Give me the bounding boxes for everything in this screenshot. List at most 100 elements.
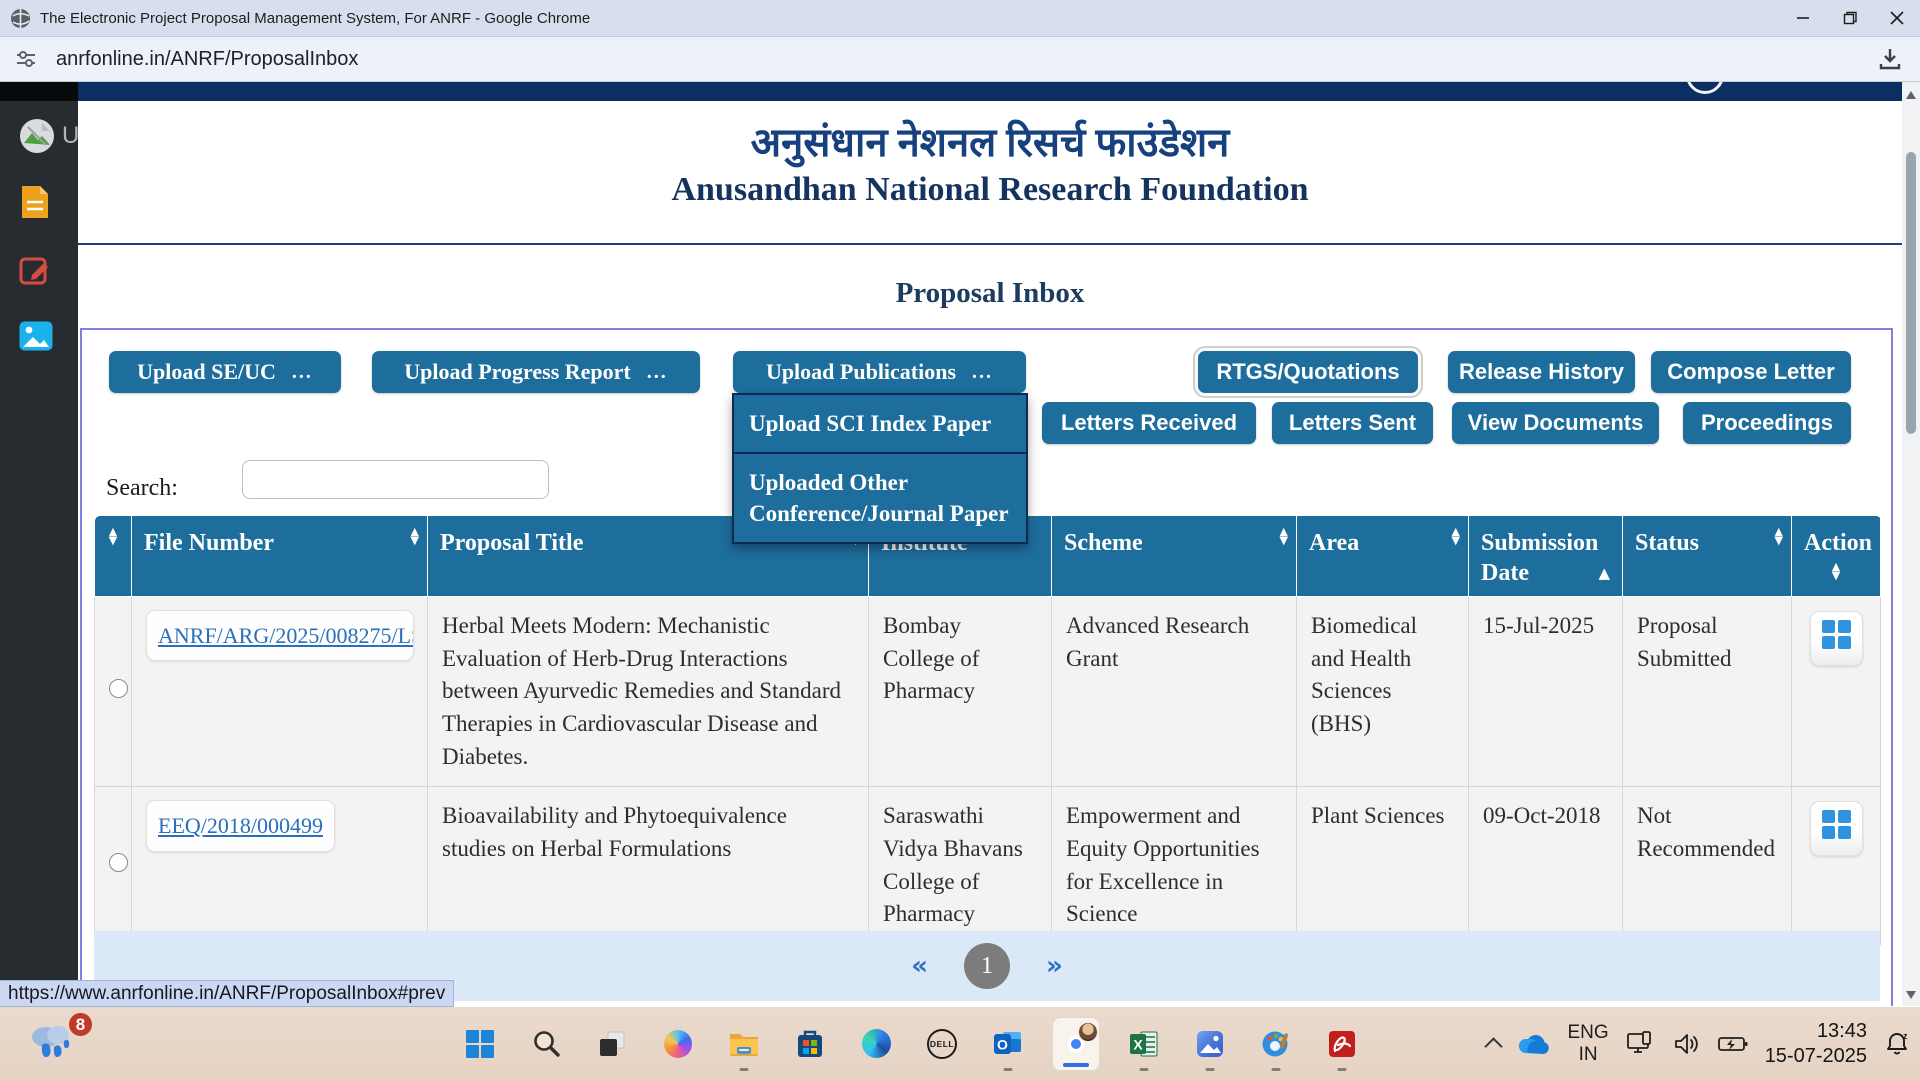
- tray-chevron-up-icon[interactable]: [1484, 1037, 1502, 1055]
- menu-item-uploaded-other-conference-journal-paper[interactable]: Uploaded Other Conference/Journal Paper: [734, 452, 1026, 542]
- notification-bell-icon[interactable]: z: [1884, 1031, 1910, 1057]
- scroll-up-arrow-icon[interactable]: [1906, 91, 1916, 99]
- sort-icon[interactable]: ▲▼: [1832, 562, 1840, 580]
- language-indicator[interactable]: ENG IN: [1568, 1022, 1609, 1066]
- excel-icon: X: [1129, 1030, 1159, 1058]
- download-icon[interactable]: [1876, 45, 1904, 73]
- proposal-table: ▲▼ File Number ▲▼ Proposal Title ▲▼ Inst…: [94, 515, 1881, 945]
- chrome-button-active[interactable]: [1052, 1017, 1100, 1071]
- search-icon: [531, 1029, 561, 1059]
- release-history-button[interactable]: Release History: [1448, 351, 1635, 393]
- battery-charging-icon[interactable]: [1718, 1035, 1748, 1053]
- letters-sent-button[interactable]: Letters Sent: [1272, 402, 1433, 444]
- letters-received-button[interactable]: Letters Received: [1042, 402, 1256, 444]
- search-input[interactable]: [242, 460, 549, 499]
- taskbar-search-button[interactable]: [524, 1014, 568, 1074]
- sidebar-item-documents[interactable]: [0, 178, 78, 226]
- column-header-status[interactable]: Status ▲▼: [1623, 516, 1792, 597]
- close-button[interactable]: [1873, 0, 1920, 36]
- broken-avatar-icon: [18, 117, 56, 155]
- sidebar-item-edit[interactable]: [0, 246, 78, 294]
- row-select-radio[interactable]: [109, 853, 128, 872]
- sidebar-user-label: Use: [62, 122, 78, 150]
- window-controls: [1779, 0, 1920, 36]
- file-number-link[interactable]: EEQ/2018/000499: [146, 800, 335, 851]
- svg-text:O: O: [997, 1036, 1008, 1052]
- pagination-prev[interactable]: «: [911, 951, 928, 981]
- upload-publications-menu: Upload SCI Index Paper Uploaded Other Co…: [732, 393, 1028, 544]
- restore-button[interactable]: [1826, 0, 1873, 36]
- weather-widget[interactable]: 8: [26, 1015, 96, 1071]
- volume-icon[interactable]: [1673, 1032, 1701, 1056]
- main-content: अनुसंधान नेशनल रिसर्च फाउंडेशन Anusandha…: [78, 101, 1902, 1006]
- cell-area: Plant Sciences: [1297, 787, 1469, 945]
- upload-seuc-button[interactable]: Upload SE/UC ...: [109, 351, 341, 393]
- column-header-submission-date[interactable]: Submission Date ▲: [1469, 516, 1623, 597]
- photos-button[interactable]: [1188, 1014, 1232, 1074]
- sidebar-item-user[interactable]: Use: [0, 112, 78, 160]
- cell-institute: Saraswathi Vidya Bhavans College of Phar…: [869, 787, 1052, 945]
- row-actions-button[interactable]: [1810, 611, 1863, 666]
- taskbar-app-icons: DELL O X: [458, 1007, 1364, 1080]
- sort-icon[interactable]: ▲▼: [1452, 527, 1460, 545]
- tray-date: 15-07-2025: [1765, 1044, 1867, 1069]
- upload-progress-label: Upload Progress Report: [404, 359, 631, 385]
- start-button[interactable]: [458, 1014, 502, 1074]
- microsoft-store-button[interactable]: [788, 1014, 832, 1074]
- pagination-next[interactable]: »: [1046, 951, 1063, 981]
- windows-icon: [466, 1030, 494, 1058]
- outlook-button[interactable]: O: [986, 1014, 1030, 1074]
- cast-display-icon[interactable]: [1626, 1031, 1656, 1057]
- edit-pencil-icon: [18, 253, 52, 287]
- minimize-button[interactable]: [1779, 0, 1826, 36]
- svg-text:z: z: [1903, 1031, 1908, 1041]
- scroll-down-arrow-icon[interactable]: [1906, 991, 1916, 999]
- row-actions-button[interactable]: [1810, 801, 1863, 856]
- microsoft-store-icon: [796, 1029, 824, 1059]
- outlook-icon: O: [993, 1030, 1023, 1058]
- sort-icon[interactable]: ▲▼: [1775, 527, 1783, 545]
- dell-icon: DELL: [927, 1029, 957, 1059]
- cell-submission-date: 15-Jul-2025: [1469, 597, 1623, 787]
- taskbar: 8: [0, 1007, 1920, 1080]
- view-documents-button[interactable]: View Documents: [1452, 402, 1659, 444]
- proceedings-button[interactable]: Proceedings: [1683, 402, 1851, 444]
- site-settings-icon[interactable]: [14, 47, 38, 71]
- column-header-scheme[interactable]: Scheme ▲▼: [1052, 516, 1297, 597]
- task-view-button[interactable]: [590, 1014, 634, 1074]
- cell-scheme: Empowerment and Equity Opportunities for…: [1052, 787, 1297, 945]
- excel-button[interactable]: X: [1122, 1014, 1166, 1074]
- rtgs-quotations-button[interactable]: RTGS/Quotations: [1198, 351, 1418, 393]
- upload-progress-report-button[interactable]: Upload Progress Report ...: [372, 351, 700, 393]
- page-title: Proposal Inbox: [78, 277, 1902, 310]
- column-header-select[interactable]: ▲▼: [95, 516, 132, 597]
- row-select-radio[interactable]: [109, 679, 128, 698]
- file-number-link[interactable]: ANRF/ARG/2025/008275/LS: [146, 610, 414, 661]
- compose-letter-button[interactable]: Compose Letter: [1651, 351, 1851, 393]
- chrome-profile-avatar: [1077, 1021, 1099, 1043]
- scrollbar-thumb[interactable]: [1906, 152, 1916, 434]
- upload-publications-button[interactable]: Upload Publications ...: [733, 351, 1026, 393]
- column-header-action[interactable]: Action ▲▼: [1792, 516, 1881, 597]
- paint-button[interactable]: [1254, 1014, 1298, 1074]
- sort-icon[interactable]: ▲▼: [411, 527, 419, 545]
- column-header-area[interactable]: Area ▲▼: [1297, 516, 1469, 597]
- sort-ascending-icon[interactable]: ▲: [1598, 564, 1610, 583]
- sidebar-item-images[interactable]: [0, 312, 78, 360]
- file-explorer-button[interactable]: [722, 1014, 766, 1074]
- scrollbar[interactable]: [1902, 82, 1920, 1006]
- menu-item-upload-sci-index-paper[interactable]: Upload SCI Index Paper: [734, 395, 1026, 452]
- avatar[interactable]: [1686, 82, 1724, 94]
- dell-button[interactable]: DELL: [920, 1014, 964, 1074]
- sort-icon[interactable]: ▲▼: [1280, 527, 1288, 545]
- acrobat-button[interactable]: [1320, 1014, 1364, 1074]
- sort-icon[interactable]: ▲▼: [109, 527, 117, 545]
- clock[interactable]: 13:43 15-07-2025: [1765, 1019, 1867, 1069]
- url-text[interactable]: anrfonline.in/ANRF/ProposalInbox: [56, 48, 358, 71]
- onedrive-icon[interactable]: [1517, 1033, 1551, 1055]
- pagination-current-page[interactable]: 1: [964, 943, 1010, 989]
- copilot-button[interactable]: [656, 1014, 700, 1074]
- document-icon: [18, 184, 52, 220]
- column-header-file-number[interactable]: File Number ▲▼: [132, 516, 428, 597]
- edge-button[interactable]: [854, 1014, 898, 1074]
